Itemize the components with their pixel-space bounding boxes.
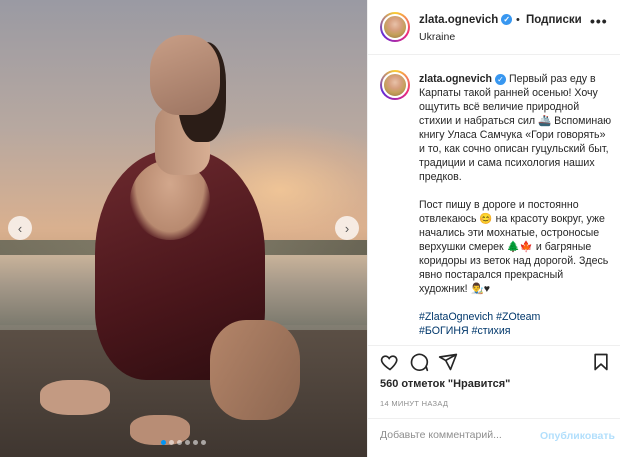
avatar[interactable] [380,12,410,42]
leg [210,320,300,420]
caption-username[interactable]: zlata.ognevich [419,73,492,85]
post-header: zlata.ognevich ✓ • Подписки Ukraine ••• [368,0,620,55]
follow-button[interactable]: Подписки [526,14,582,26]
caption-paragraph-1: Первый раз еду в Карпаты такой ранней ос… [419,73,612,183]
post-comment-button[interactable]: Опубликовать [540,430,615,442]
caption-paragraph-2: Пост пишу в дороге и постоянно отвлекаюс… [419,199,609,295]
prev-image-button[interactable]: ‹ [8,216,32,240]
carousel-dot [185,440,190,445]
carousel-dot [169,440,174,445]
post-caption: zlata.ognevich ✓ Первый раз еду в Карпаты… [368,55,620,345]
hashtag-link[interactable]: #БОГИНЯ [419,325,469,337]
comment-icon[interactable] [409,352,429,372]
username-text[interactable]: zlata.ognevich [419,14,498,26]
comment-input[interactable] [380,429,530,441]
hand-left [40,380,110,415]
hashtag-link[interactable]: #ZlataOgnevich [419,311,493,323]
verified-icon: ✓ [501,14,513,26]
caption-text: zlata.ognevich ✓ Первый раз еду в Карпаты… [419,72,614,352]
hashtag-link[interactable]: #ZOteam [496,311,540,323]
comment-bar: Опубликовать [368,418,620,457]
location-link[interactable]: Ukraine [419,31,455,43]
heart-icon[interactable] [380,352,400,372]
more-options-icon[interactable]: ••• [590,13,608,29]
bookmark-icon[interactable] [591,352,611,372]
post-media[interactable]: ‹ › [0,0,367,457]
hashtag-link[interactable]: #стихия [472,325,511,337]
head [150,35,220,115]
action-bar [368,345,620,375]
header-username[interactable]: zlata.ognevich ✓ [419,14,513,26]
next-image-button[interactable]: › [335,216,359,240]
woman-figure [40,20,300,445]
carousel-dot [177,440,182,445]
caption-avatar[interactable] [380,70,410,100]
post-timestamp[interactable]: 14 МИНУТ НАЗАД [380,399,448,408]
likes-count[interactable]: 560 отметок "Нравится" [380,378,510,390]
post-panel: zlata.ognevich ✓ • Подписки Ukraine ••• z… [367,0,620,457]
verified-icon: ✓ [495,73,506,85]
carousel-dots [0,440,367,445]
carousel-dot [161,440,166,445]
carousel-dot [201,440,206,445]
hashtags: #ZlataOgnevich #ZOteam #БОГИНЯ #стихия [419,310,614,338]
carousel-dot [193,440,198,445]
chevron-right-icon: › [344,220,350,236]
chevron-left-icon: ‹ [17,220,23,236]
share-icon[interactable] [438,352,458,372]
follow-separator: • [516,14,520,26]
